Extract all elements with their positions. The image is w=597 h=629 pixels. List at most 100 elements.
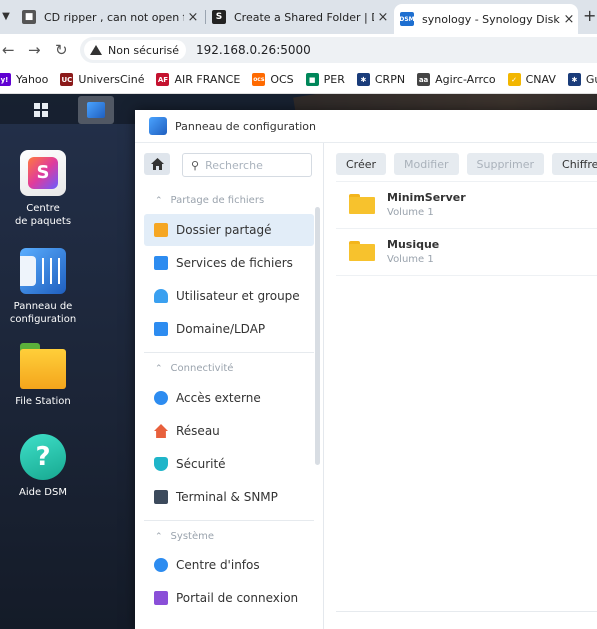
- chevron-up-icon: ⌃: [155, 195, 163, 206]
- s-icon: S: [212, 10, 226, 24]
- sidebar-item-domain-ldap[interactable]: Domaine/LDAP: [144, 313, 314, 345]
- tab-search-dropdown-icon[interactable]: ▼: [0, 8, 12, 26]
- reload-icon[interactable]: ↻: [55, 41, 68, 59]
- sidebar-scrollbar[interactable]: [315, 207, 320, 465]
- bookmark-guide[interactable]: ✱ Guide étape par éta...: [567, 73, 597, 86]
- url-field[interactable]: Non sécurisé 192.168.0.26:5000: [80, 37, 597, 63]
- modify-button[interactable]: Modifier: [394, 153, 459, 175]
- sidebar-item-label: Domaine/LDAP: [176, 322, 266, 336]
- network-house-icon: [154, 424, 168, 438]
- dsm-icon: DSM: [399, 12, 415, 26]
- taskbar-control-panel[interactable]: [78, 96, 114, 124]
- shared-folder-list: MinimServer Volume 1 Musique Volume 1: [336, 181, 597, 276]
- control-panel-icon: [20, 248, 66, 294]
- new-tab-button[interactable]: +: [583, 6, 596, 25]
- desktop-icon-file-station[interactable]: File Station: [0, 343, 86, 408]
- control-panel-window: Panneau de configuration ⚲ Recherche ⌃ P…: [135, 110, 597, 629]
- sidebar-item-info-center[interactable]: Centre d'infos: [144, 549, 314, 581]
- forward-icon[interactable]: →: [28, 41, 41, 59]
- sidebar-item-network[interactable]: Réseau: [144, 415, 314, 447]
- folder-icon: [349, 194, 375, 214]
- bookmark-label: OCS: [270, 73, 294, 86]
- back-icon[interactable]: ←: [2, 41, 15, 59]
- folder-volume: Volume 1: [387, 254, 434, 265]
- bookmark-agirc-arrco[interactable]: aa Agirc-Arrco: [417, 73, 496, 86]
- section-title: Système: [170, 531, 214, 542]
- browser-tab-bar: ▼ ■ CD ripper , can not open file sy × S…: [0, 0, 597, 34]
- users-icon: [154, 289, 168, 303]
- bookmark-per[interactable]: ■ PER: [305, 73, 345, 86]
- desktop-icon-package-center[interactable]: S Centre de paquets: [0, 150, 86, 228]
- desktop-icon-label: File Station: [15, 396, 71, 407]
- sidebar-item-label: Sécurité: [176, 457, 226, 471]
- agirc-arrco-icon: aa: [417, 73, 431, 86]
- address-bar: ← → ↻ Non sécurisé 192.168.0.26:5000: [0, 34, 597, 66]
- sidebar-item-users-groups[interactable]: Utilisateur et groupe: [144, 280, 314, 312]
- section-header-connectivity[interactable]: ⌃ Connectivité: [155, 363, 233, 374]
- universcine-icon: UC: [60, 73, 74, 86]
- browser-tab-1[interactable]: ■ CD ripper , can not open file sy ×: [22, 4, 202, 30]
- bookmarks-bar: y! Yahoo UC UniversCiné AF AIR FRANCE oc…: [0, 66, 597, 94]
- footer-divider: [336, 611, 597, 612]
- encryption-button[interactable]: Chiffreme: [552, 153, 597, 175]
- section-divider: [144, 520, 314, 521]
- window-titlebar[interactable]: Panneau de configuration: [135, 110, 597, 143]
- browser-tab-2[interactable]: S Create a Shared Folder | DSM - ×: [212, 4, 392, 30]
- home-button[interactable]: [144, 153, 170, 175]
- section-header-file-sharing[interactable]: ⌃ Partage de fichiers: [155, 195, 264, 206]
- close-icon[interactable]: ×: [184, 10, 202, 25]
- search-placeholder: Recherche: [205, 158, 263, 172]
- help-icon: ?: [20, 434, 66, 480]
- section-header-system[interactable]: ⌃ Système: [155, 531, 214, 542]
- sidebar-item-security[interactable]: Sécurité: [144, 448, 314, 480]
- window-title: Panneau de configuration: [175, 119, 317, 133]
- guide-icon: ✱: [567, 73, 581, 86]
- bookmark-universcine[interactable]: UC UniversCiné: [60, 73, 144, 86]
- bookmark-label: UniversCiné: [78, 73, 145, 86]
- shield-icon: [154, 457, 168, 471]
- tab-title: CD ripper , can not open file sy: [44, 10, 184, 24]
- section-title: Connectivité: [170, 363, 234, 374]
- bookmark-label: AIR FRANCE: [174, 73, 241, 86]
- sidebar-item-label: Services de fichiers: [176, 256, 293, 270]
- sidebar-item-shared-folder[interactable]: Dossier partagé: [144, 214, 314, 246]
- browser-tab-3[interactable]: DSM synology - Synology DiskStation ×: [394, 4, 578, 34]
- sidebar-item-label: Accès externe: [176, 391, 261, 405]
- bookmark-label: Agirc-Arrco: [435, 73, 496, 86]
- grid-icon: [34, 103, 48, 117]
- bookmark-label: PER: [323, 73, 345, 86]
- per-icon: ■: [305, 73, 319, 86]
- sidebar-item-login-portal[interactable]: Portail de connexion: [144, 582, 314, 614]
- folder-icon: [349, 241, 375, 261]
- bookmark-yahoo[interactable]: y! Yahoo: [0, 73, 48, 86]
- warning-icon: [90, 45, 102, 55]
- main-panel: Créer Modifier Supprimer Chiffreme Minim…: [324, 143, 597, 629]
- search-input[interactable]: ⚲ Recherche: [182, 153, 312, 177]
- sidebar-item-label: Centre d'infos: [176, 558, 260, 572]
- main-menu-button[interactable]: [12, 96, 70, 124]
- bookmark-crpn[interactable]: ✱ CRPN: [356, 73, 405, 86]
- desktop-icon-label: Aide DSM: [19, 487, 67, 498]
- cnav-icon: ✓: [507, 73, 521, 86]
- security-chip[interactable]: Non sécurisé: [84, 40, 187, 60]
- home-icon: [150, 158, 164, 170]
- list-item[interactable]: Musique Volume 1: [336, 229, 597, 276]
- close-icon[interactable]: ×: [374, 10, 392, 25]
- bookmark-label: Guide étape par éta...: [585, 73, 597, 86]
- sidebar-item-file-services[interactable]: Services de fichiers: [144, 247, 314, 279]
- close-icon[interactable]: ×: [560, 12, 578, 27]
- bookmark-ocs[interactable]: ocs OCS: [252, 73, 294, 86]
- bookmark-air-france[interactable]: AF AIR FRANCE: [156, 73, 240, 86]
- delete-button[interactable]: Supprimer: [466, 153, 545, 175]
- list-item[interactable]: MinimServer Volume 1: [336, 182, 597, 229]
- desktop-icon-control-panel[interactable]: Panneau de configuration: [0, 248, 86, 326]
- desktop-icon-label: Panneau de configuration: [9, 301, 77, 325]
- desktop-icon-dsm-help[interactable]: ? Aide DSM: [0, 434, 86, 499]
- ocs-icon: ocs: [252, 73, 266, 86]
- bookmark-cnav[interactable]: ✓ CNAV: [507, 73, 556, 86]
- create-button[interactable]: Créer: [336, 153, 387, 175]
- yahoo-icon: y!: [0, 73, 11, 86]
- sidebar-item-terminal-snmp[interactable]: Terminal & SNMP: [144, 481, 314, 513]
- chevron-up-icon: ⌃: [155, 531, 163, 542]
- sidebar-item-external-access[interactable]: Accès externe: [144, 382, 314, 414]
